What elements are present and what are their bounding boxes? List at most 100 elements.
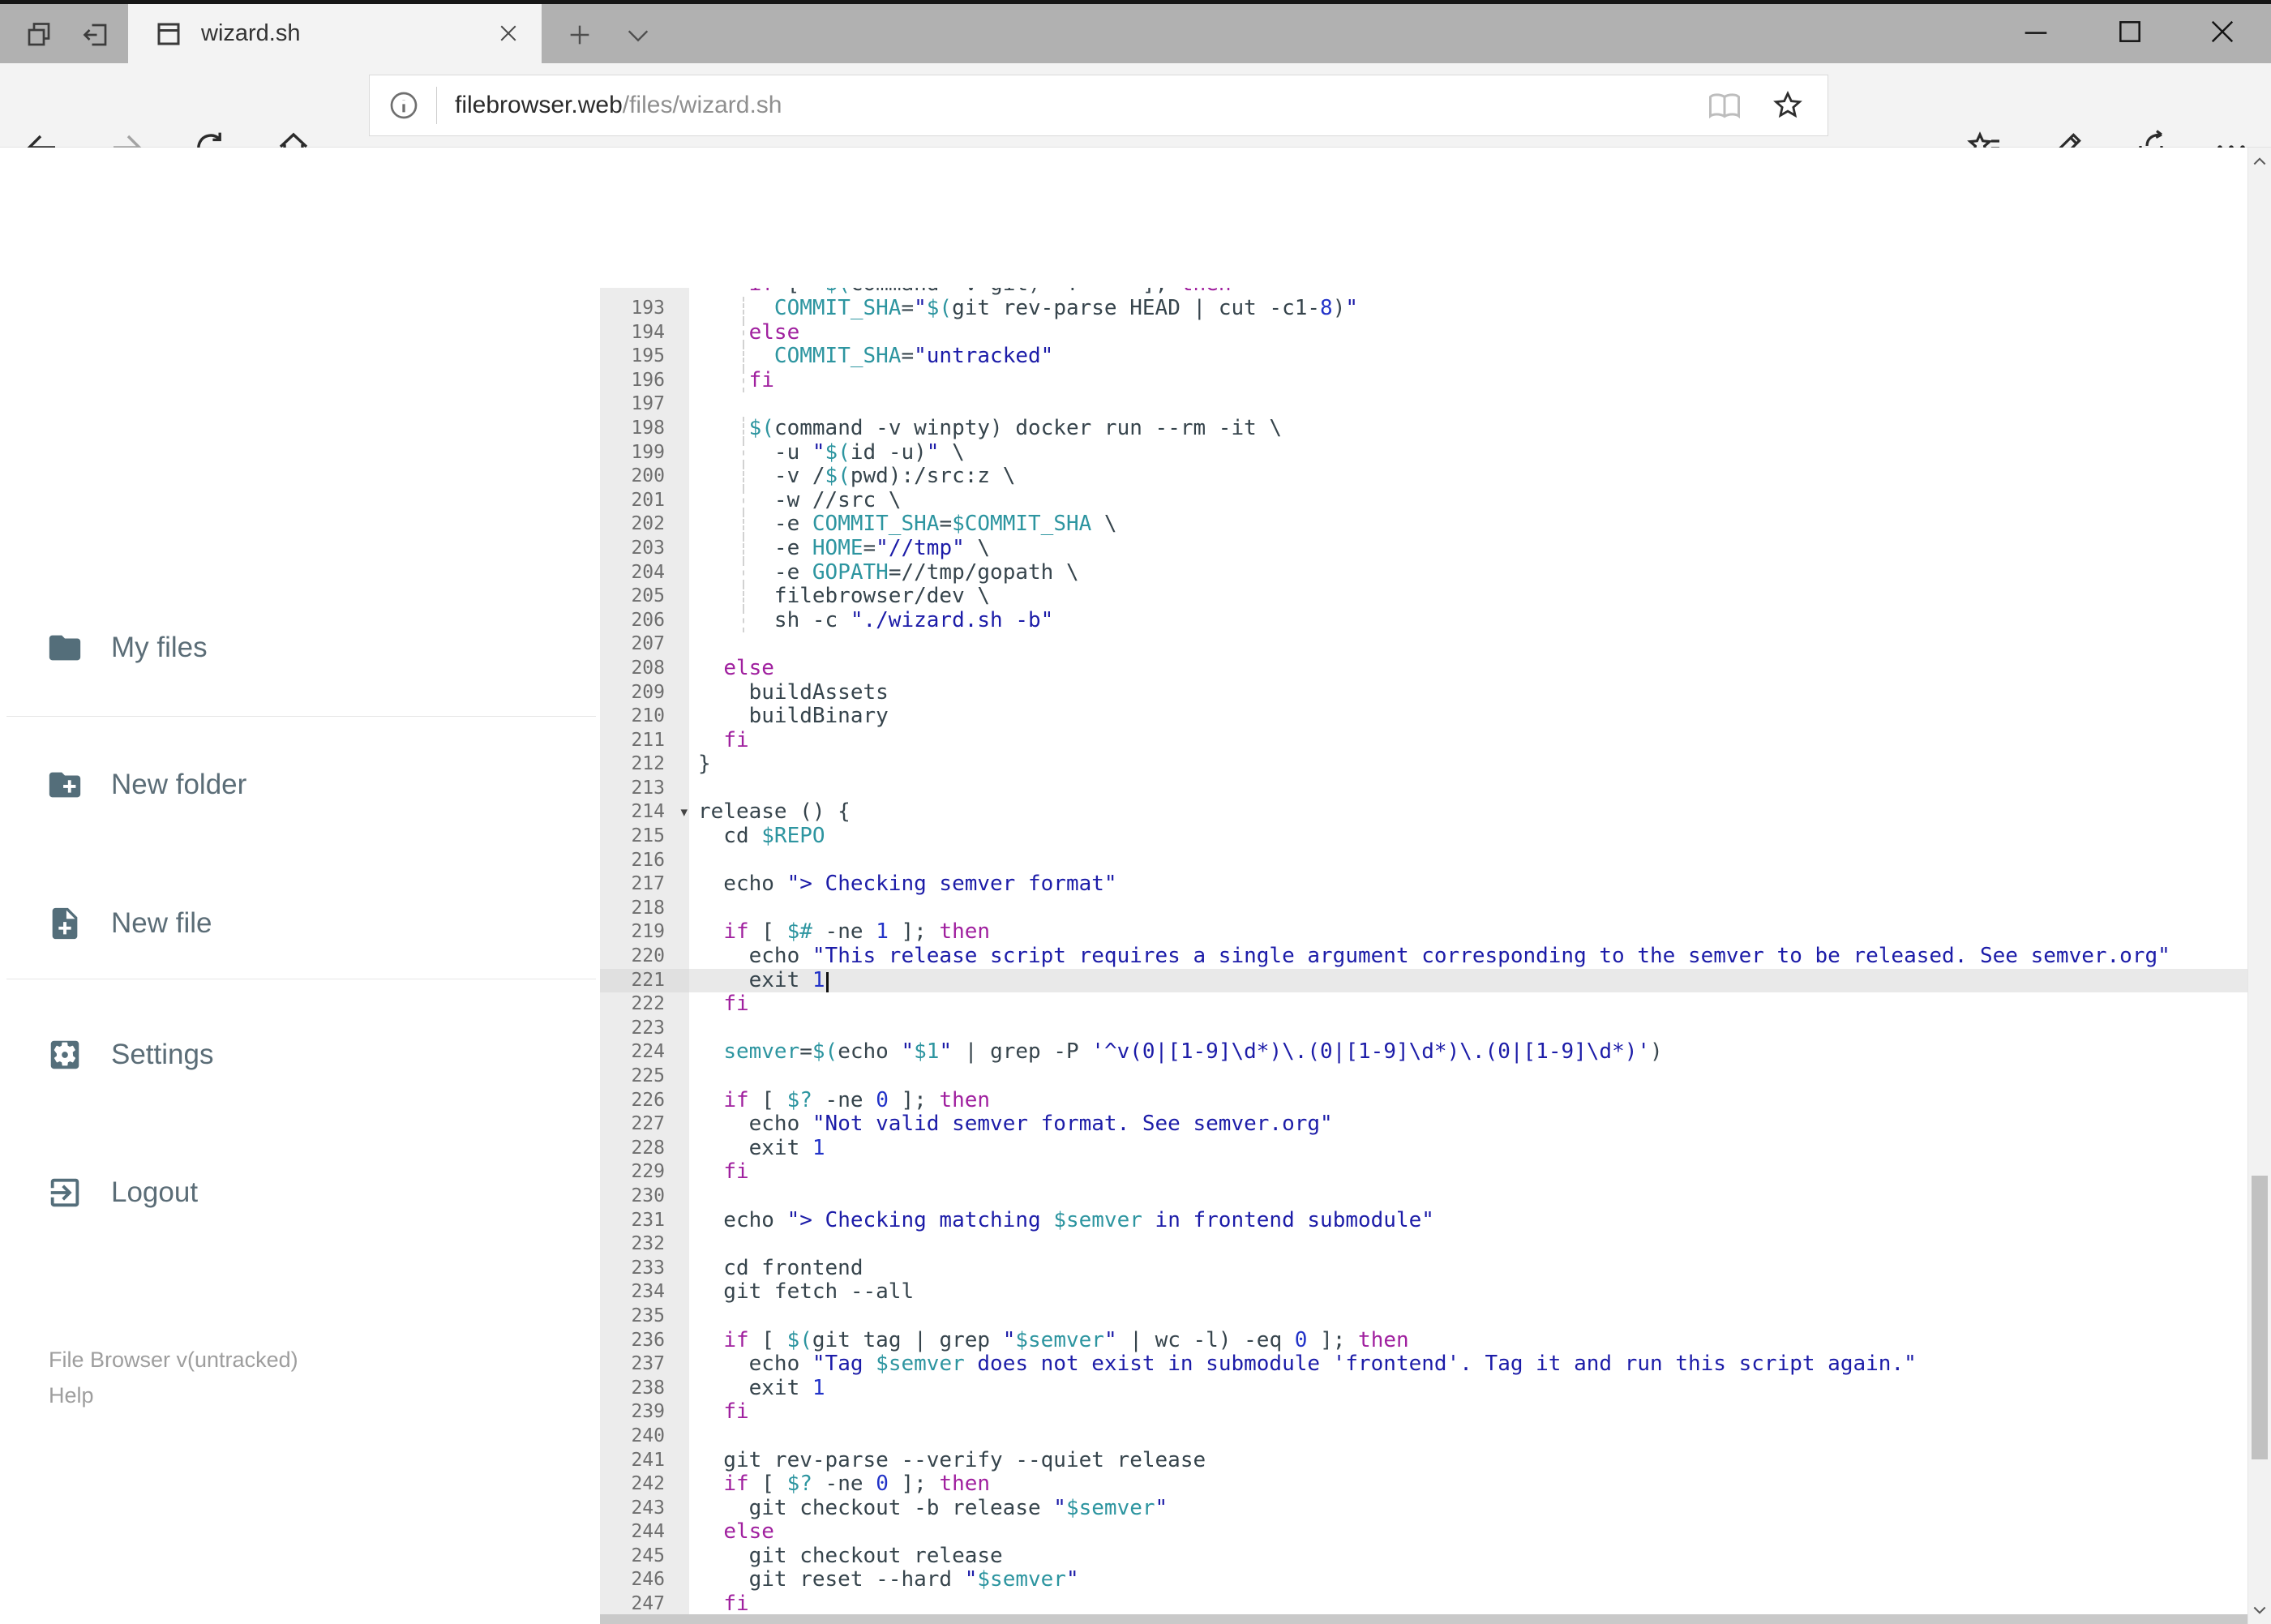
- line-number: 202: [631, 513, 665, 535]
- code-line-200[interactable]: 200 -v /$(pwd):/src:z \: [600, 464, 2247, 489]
- code-line-201[interactable]: 201 -w //src \: [600, 488, 2247, 513]
- browser-tab[interactable]: wizard.sh: [128, 4, 542, 63]
- code-line-215[interactable]: 215 cd $REPO: [600, 824, 2247, 849]
- scroll-down-icon[interactable]: [2252, 1601, 2268, 1618]
- code-line-237[interactable]: 237 echo "Tag $semver does not exist in …: [600, 1352, 2247, 1377]
- line-number: 230: [631, 1185, 665, 1206]
- window-maximize-button[interactable]: [2085, 0, 2175, 63]
- line-number: 212: [631, 753, 665, 775]
- new-tab-icon[interactable]: [566, 21, 593, 49]
- help-link[interactable]: Help: [49, 1378, 298, 1413]
- code-line-240[interactable]: 240: [600, 1425, 2247, 1449]
- sidebar-item-my-files[interactable]: My files: [46, 629, 208, 666]
- code-line-221[interactable]: 221 exit 1: [600, 968, 2247, 993]
- code-line-212[interactable]: 212}: [600, 752, 2247, 777]
- code-line-228[interactable]: 228 exit 1: [600, 1136, 2247, 1161]
- code-line-246[interactable]: 246 git reset --hard "$semver": [600, 1568, 2247, 1592]
- fold-marker-icon[interactable]: ▾: [680, 801, 688, 825]
- line-number: 245: [631, 1545, 665, 1566]
- code-line-193[interactable]: 193 COMMIT_SHA="$(git rev-parse HEAD | c…: [600, 296, 2247, 321]
- line-number: 193: [631, 298, 665, 319]
- code-line-219[interactable]: 219 if [ $# -ne 1 ]; then: [600, 920, 2247, 945]
- page-scrollbar[interactable]: [2247, 148, 2271, 1624]
- code-line-207[interactable]: 207: [600, 632, 2247, 657]
- code-line-205[interactable]: 205 filebrowser/dev \: [600, 584, 2247, 609]
- line-number: 208: [631, 657, 665, 679]
- line-number: 228: [631, 1137, 665, 1159]
- code-line-217[interactable]: 217 echo "> Checking semver format": [600, 872, 2247, 897]
- line-number: 241: [631, 1449, 665, 1471]
- window-close-button[interactable]: [2178, 0, 2267, 63]
- code-line-245[interactable]: 245 git checkout release: [600, 1544, 2247, 1569]
- code-line-198[interactable]: 198 $(command -v winpty) docker run --rm…: [600, 416, 2247, 441]
- code-line-197[interactable]: 197: [600, 392, 2247, 417]
- code-line-227[interactable]: 227 echo "Not valid semver format. See s…: [600, 1112, 2247, 1137]
- code-line-203[interactable]: 203 -e HOME="//tmp" \: [600, 536, 2247, 561]
- code-line-225[interactable]: 225: [600, 1065, 2247, 1089]
- code-line-218[interactable]: 218: [600, 897, 2247, 921]
- code-lines[interactable]: 192 if [ "$(command -v git)" != "" ]; th…: [600, 288, 2247, 1617]
- code-line-196[interactable]: 196 fi: [600, 368, 2247, 393]
- code-line-229[interactable]: 229 fi: [600, 1160, 2247, 1185]
- code-line-226[interactable]: 226 if [ $? -ne 0 ]; then: [600, 1088, 2247, 1113]
- sidebar-item-logout[interactable]: Logout: [46, 1174, 198, 1211]
- code-line-231[interactable]: 231 echo "> Checking matching $semver in…: [600, 1208, 2247, 1233]
- code-line-236[interactable]: 236 if [ $(git tag | grep "$semver" | wc…: [600, 1328, 2247, 1353]
- code-line-195[interactable]: 195 COMMIT_SHA="untracked": [600, 344, 2247, 369]
- line-number: 235: [631, 1305, 665, 1326]
- indent-guide: [743, 560, 744, 585]
- code-line-214[interactable]: 214 ▾ release () {: [600, 800, 2247, 825]
- line-number: 247: [631, 1593, 665, 1615]
- code-line-243[interactable]: 243 git checkout -b release "$semver": [600, 1496, 2247, 1521]
- indent-guide: [743, 536, 744, 561]
- code-line-247[interactable]: 247 fi: [600, 1592, 2247, 1617]
- code-line-210[interactable]: 210 buildBinary: [600, 704, 2247, 729]
- sidebar-item-new-file[interactable]: New file: [46, 905, 212, 942]
- code-line-216[interactable]: 216: [600, 849, 2247, 873]
- tab-list-chevron-icon[interactable]: [624, 26, 652, 45]
- code-line-223[interactable]: 223: [600, 1017, 2247, 1041]
- line-number: 232: [631, 1233, 665, 1255]
- favorite-star-icon[interactable]: [1771, 88, 1805, 122]
- code-line-204[interactable]: 204 -e GOPATH=//tmp/gopath \: [600, 560, 2247, 585]
- sidebar-item-new-folder[interactable]: New folder: [46, 766, 246, 803]
- indent-guide: [743, 320, 744, 345]
- code-line-233[interactable]: 233 cd frontend: [600, 1256, 2247, 1281]
- scroll-up-icon[interactable]: [2252, 154, 2268, 170]
- code-line-220[interactable]: 220 echo "This release script requires a…: [600, 944, 2247, 969]
- site-info-icon[interactable]: [388, 89, 420, 122]
- code-line-235[interactable]: 235: [600, 1305, 2247, 1329]
- code-line-230[interactable]: 230: [600, 1185, 2247, 1209]
- sidebar-item-settings[interactable]: Settings: [46, 1036, 213, 1073]
- code-line-208[interactable]: 208 else: [600, 656, 2247, 681]
- code-line-211[interactable]: 211 fi: [600, 728, 2247, 753]
- code-line-244[interactable]: 244 else: [600, 1519, 2247, 1545]
- editor-horizontal-scrollbar[interactable]: [600, 1614, 2247, 1624]
- code-line-232[interactable]: 232: [600, 1232, 2247, 1257]
- code-line-199[interactable]: 199 -u "$(id -u)" \: [600, 440, 2247, 465]
- set-tabs-aside-icon[interactable]: [81, 20, 110, 49]
- code-editor[interactable]: 192 if [ "$(command -v git)" != "" ]; th…: [600, 288, 2247, 1624]
- window-minimize-button[interactable]: [1991, 0, 2080, 63]
- line-number: 213: [631, 777, 665, 799]
- code-line-238[interactable]: 238 exit 1: [600, 1376, 2247, 1401]
- code-line-239[interactable]: 239 fi: [600, 1400, 2247, 1425]
- code-line-241[interactable]: 241 git rev-parse --verify --quiet relea…: [600, 1448, 2247, 1473]
- line-number: 233: [631, 1257, 665, 1279]
- code-line-222[interactable]: 222 fi: [600, 992, 2247, 1017]
- code-line-194[interactable]: 194 else: [600, 320, 2247, 345]
- tab-close-icon[interactable]: [496, 21, 521, 45]
- code-line-234[interactable]: 234 git fetch --all: [600, 1280, 2247, 1305]
- scrollbar-thumb[interactable]: [2252, 1176, 2268, 1459]
- code-line-242[interactable]: 242 if [ $? -ne 0 ]; then: [600, 1472, 2247, 1497]
- url-host: filebrowser.web: [455, 92, 623, 118]
- address-bar[interactable]: filebrowser.web/files/wizard.sh: [369, 75, 1828, 136]
- line-number: 231: [631, 1209, 665, 1231]
- reading-view-icon[interactable]: [1708, 88, 1742, 122]
- code-line-202[interactable]: 202 -e COMMIT_SHA=$COMMIT_SHA \: [600, 512, 2247, 537]
- code-line-213[interactable]: 213: [600, 777, 2247, 801]
- code-line-209[interactable]: 209 buildAssets: [600, 680, 2247, 705]
- tab-preview-icon[interactable]: [24, 20, 54, 49]
- code-line-206[interactable]: 206 sh -c "./wizard.sh -b": [600, 608, 2247, 633]
- code-line-224[interactable]: 224 semver=$(echo "$1" | grep -P '^v(0|[…: [600, 1040, 2247, 1065]
